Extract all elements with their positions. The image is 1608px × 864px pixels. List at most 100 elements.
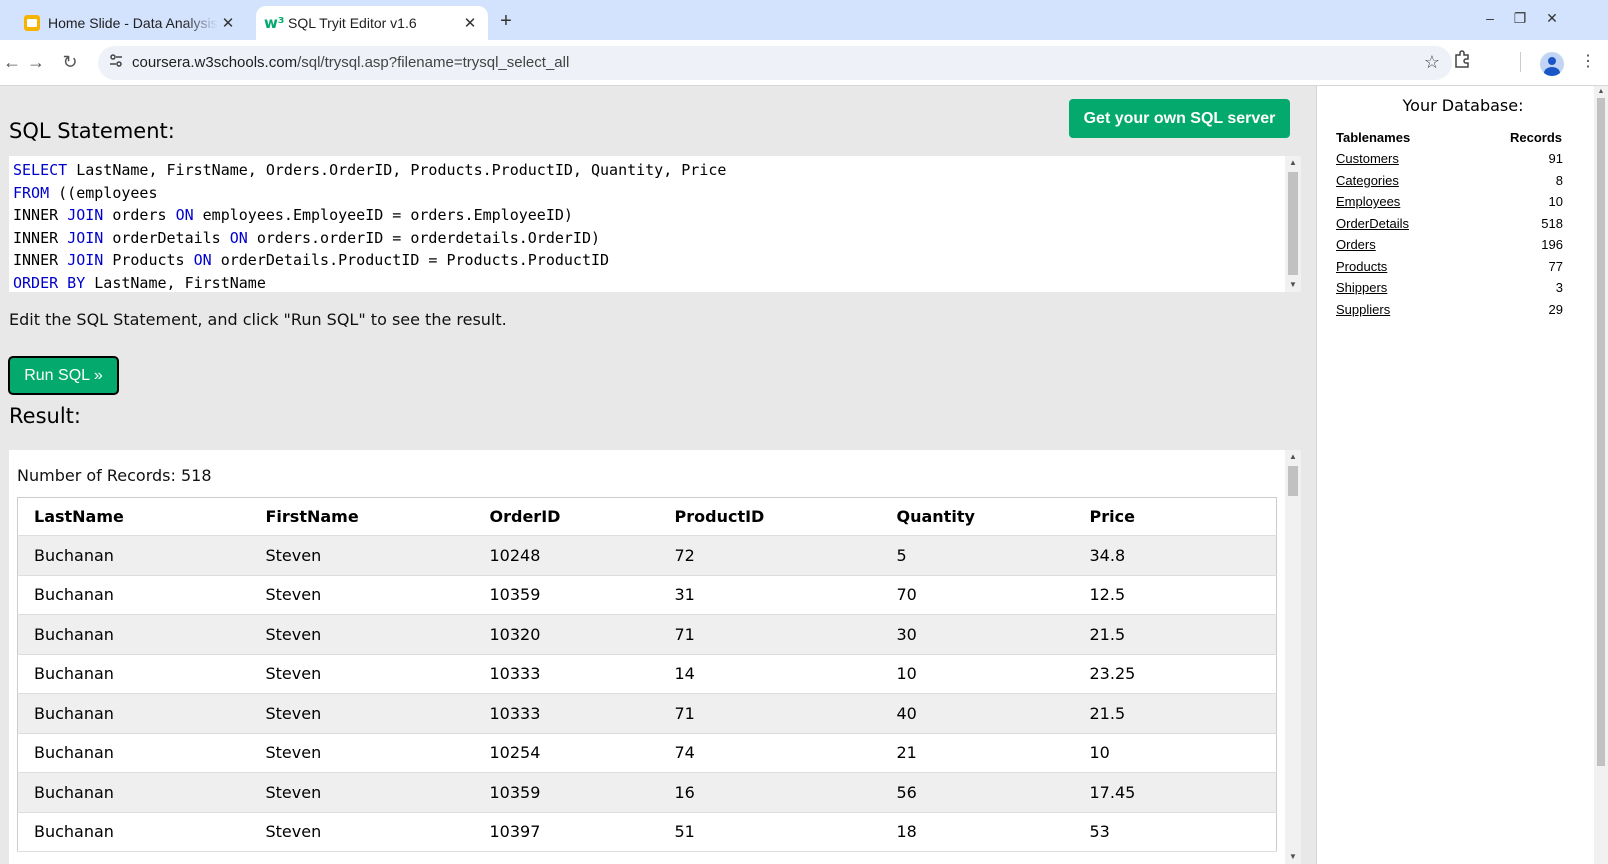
table-cell: 40	[880, 693, 1074, 734]
database-table-row: Products 77	[1336, 259, 1563, 281]
table-cell: 14	[658, 654, 881, 694]
close-icon[interactable]: ✕	[218, 13, 238, 33]
table-row: Buchanan Steven 10397 51 18 53	[17, 812, 1277, 852]
tab-title: Home Slide - Data Analysis	[48, 15, 218, 31]
table-cell: 30	[880, 614, 1074, 655]
browser-toolbar: ← → ↻ coursera.w3schools.com/sql/trysql.…	[0, 40, 1608, 86]
scroll-up-icon[interactable]: ▲	[1594, 86, 1608, 98]
sql-text: INNER	[13, 206, 68, 224]
table-link[interactable]: Suppliers	[1336, 302, 1390, 317]
table-link[interactable]: Products	[1336, 259, 1387, 274]
tune-icon[interactable]	[106, 53, 126, 73]
sql-code[interactable]: SELECT LastName, FirstName, Orders.Order…	[13, 159, 726, 292]
table-cell: 74	[658, 733, 881, 773]
table-cell: 5	[880, 535, 1074, 576]
result-scrollbar[interactable]: ▲ ▼	[1285, 450, 1301, 864]
close-icon[interactable]: ✕	[460, 13, 480, 33]
column-header: Quantity	[880, 497, 1074, 536]
table-cell: 21	[880, 733, 1074, 773]
table-link[interactable]: Customers	[1336, 151, 1399, 166]
scroll-down-icon[interactable]: ▼	[1285, 278, 1301, 292]
sql-keyword: ON	[229, 228, 248, 247]
table-link[interactable]: Categories	[1336, 173, 1399, 188]
profile-avatar-icon[interactable]	[1540, 52, 1564, 76]
table-cell: 10	[880, 654, 1074, 694]
table-cell: 10397	[473, 812, 659, 852]
sql-text: INNER	[13, 228, 68, 247]
column-header: OrderID	[473, 497, 659, 536]
table-cell: 31	[658, 575, 881, 615]
scroll-thumb[interactable]	[1288, 466, 1298, 496]
table-cell: 10	[1073, 733, 1277, 773]
get-sql-server-button[interactable]: Get your own SQL server	[1069, 99, 1290, 138]
reload-button[interactable]: ↻	[58, 50, 82, 74]
sql-line[interactable]: INNER JOIN orders ON employees.EmployeeI…	[13, 204, 726, 227]
minimize-button[interactable]: –	[1480, 10, 1500, 26]
record-count-value: 3	[1555, 280, 1563, 295]
table-cell: 71	[658, 614, 881, 655]
sql-text: orders	[103, 206, 176, 224]
table-cell: 70	[880, 575, 1074, 615]
database-title: Your Database:	[1402, 96, 1524, 115]
sql-keyword: FROM	[13, 183, 50, 202]
sql-line[interactable]: FROM ((employees	[13, 182, 726, 205]
back-button[interactable]: ←	[0, 50, 24, 74]
sql-line[interactable]: SELECT LastName, FirstName, Orders.Order…	[13, 159, 726, 182]
table-cell: 51	[658, 812, 881, 852]
table-cell: 21.5	[1073, 693, 1277, 734]
table-link[interactable]: Employees	[1336, 194, 1400, 209]
scroll-thumb[interactable]	[1597, 98, 1605, 766]
table-row: Buchanan Steven 10333 71 40 21.5	[17, 693, 1277, 734]
scroll-down-icon[interactable]: ▼	[1285, 850, 1301, 864]
sql-keyword: JOIN	[67, 251, 104, 269]
table-cell: 12.5	[1073, 575, 1277, 615]
table-cell: Buchanan	[17, 575, 250, 615]
sql-keyword: ORDER BY	[13, 273, 86, 292]
scroll-up-icon[interactable]: ▲	[1285, 450, 1301, 464]
sql-keyword: ON	[175, 206, 194, 224]
table-cell: 18	[880, 812, 1074, 852]
tab-title: SQL Tryit Editor v1.6	[288, 15, 417, 31]
scroll-up-icon[interactable]: ▲	[1285, 156, 1301, 170]
bookmark-star-icon[interactable]: ☆	[1424, 52, 1440, 73]
table-link[interactable]: Shippers	[1336, 280, 1387, 295]
sql-keyword: JOIN	[67, 228, 104, 247]
table-cell: 72	[658, 535, 881, 576]
run-sql-button[interactable]: Run SQL »	[8, 356, 119, 395]
sql-line[interactable]: INNER JOIN Products ON orderDetails.Prod…	[13, 249, 726, 272]
window-close-button[interactable]: ✕	[1542, 10, 1562, 27]
record-count-value: 518	[1541, 215, 1563, 231]
extensions-icon[interactable]	[1450, 50, 1474, 74]
sql-line[interactable]: ORDER BY LastName, FirstName	[13, 272, 726, 293]
sql-line[interactable]: INNER JOIN orderDetails ON orders.orderI…	[13, 227, 726, 250]
sql-editor[interactable]: SELECT LastName, FirstName, Orders.Order…	[9, 156, 1301, 292]
table-link[interactable]: OrderDetails	[1336, 216, 1409, 231]
result-table: LastName FirstName OrderID ProductID Qua…	[17, 497, 1277, 852]
table-link[interactable]: Orders	[1336, 237, 1376, 252]
table-cell: Steven	[249, 614, 474, 655]
scroll-thumb[interactable]	[1288, 172, 1298, 275]
table-row: Buchanan Steven 10254 74 21 10	[17, 733, 1277, 773]
sql-text: orderDetails	[103, 228, 230, 247]
tab-sql-tryit[interactable]: w³ SQL Tryit Editor v1.6 ✕	[256, 6, 488, 40]
forward-button[interactable]: →	[24, 50, 48, 74]
address-bar[interactable]: coursera.w3schools.com/sql/trysql.asp?fi…	[98, 46, 1452, 80]
menu-icon[interactable]: ⋮	[1576, 50, 1600, 74]
restore-button[interactable]: ❐	[1510, 10, 1530, 27]
page-scrollbar[interactable]: ▲	[1594, 86, 1608, 864]
new-tab-button[interactable]: +	[494, 10, 518, 34]
sql-keyword: JOIN	[67, 206, 104, 224]
toolbar-divider	[1520, 52, 1521, 72]
column-header: LastName	[17, 497, 250, 536]
table-cell: 34.8	[1073, 535, 1277, 576]
record-count-value: 8	[1555, 172, 1563, 188]
table-cell: Steven	[249, 654, 474, 694]
table-cell: 10333	[473, 654, 659, 694]
table-cell: Steven	[249, 575, 474, 615]
url-text: coursera.w3schools.com/sql/trysql.asp?fi…	[132, 54, 570, 71]
tab-home-slide[interactable]: Home Slide - Data Analysis ✕	[10, 6, 246, 40]
records-header: Records	[1509, 130, 1562, 145]
database-table-row: Categories 8	[1336, 173, 1563, 195]
editor-scrollbar[interactable]: ▲ ▼	[1285, 156, 1301, 292]
table-cell: 56	[880, 772, 1074, 813]
